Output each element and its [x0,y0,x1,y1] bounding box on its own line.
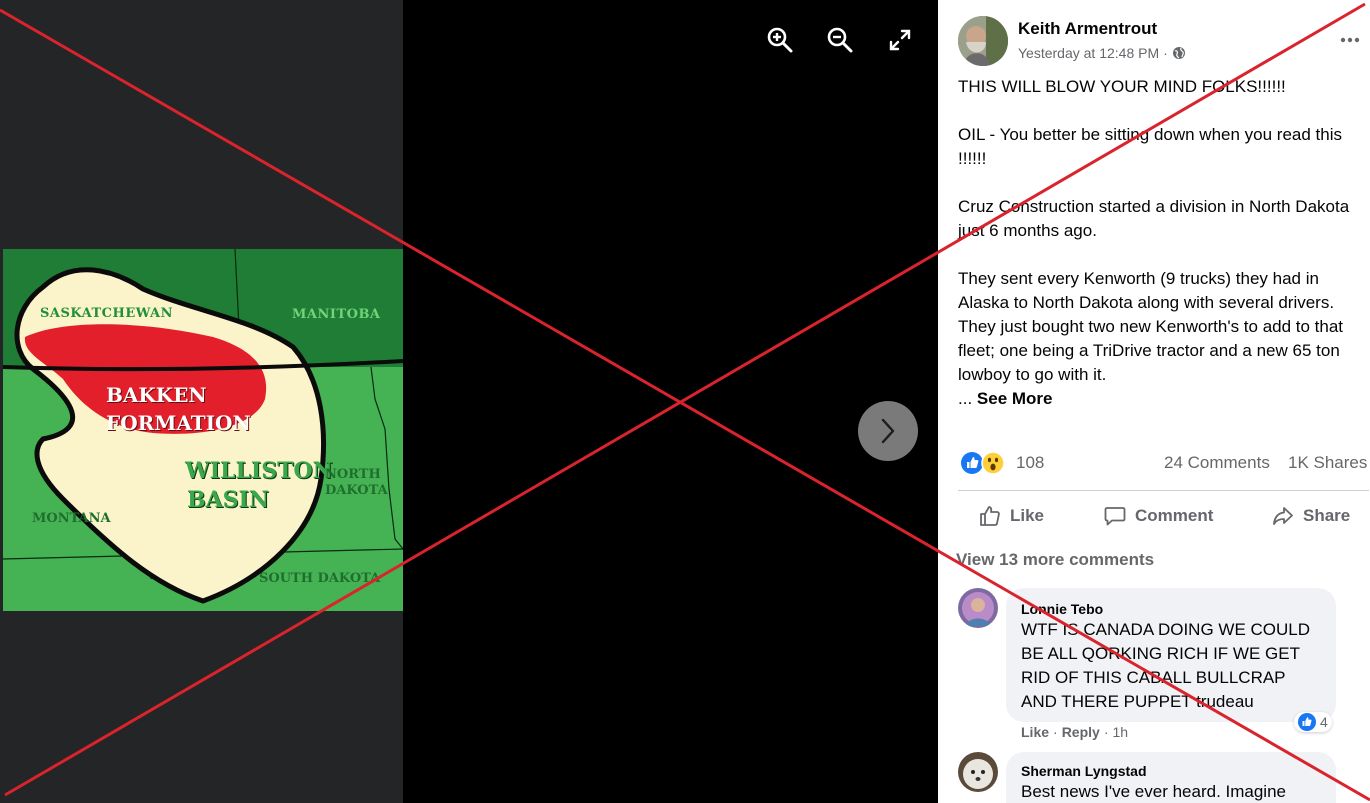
fullscreen-button[interactable] [880,20,920,60]
comment: Sherman Lyngstad Best news I've ever hea… [958,752,1370,803]
see-more-row: ... See More [958,387,1362,411]
map-label-bakken: BAKKEN [106,383,207,407]
view-more-comments[interactable]: View 13 more comments [956,550,1154,570]
like-button[interactable]: Like [978,500,1044,532]
post-text: THIS WILL BLOW YOUR MIND FOLKS!!!!!! OIL… [958,75,1362,411]
map-label-formation: FORMATION [106,411,251,435]
post-paragraph: They sent every Kenworth (9 trucks) they… [958,269,1344,384]
comment-actions: Like · Reply · 1h [1021,724,1129,740]
comment-like-link[interactable]: Like [1021,724,1049,740]
globe-icon [1172,47,1185,59]
avatar-image [958,16,1008,66]
share-button[interactable]: Share [1271,500,1350,532]
next-photo-button[interactable] [858,401,918,461]
comment-bubble: Sherman Lyngstad Best news I've ever hea… [1006,752,1336,803]
comment-icon [1104,507,1126,526]
like-label: Like [1010,506,1045,525]
map-label-manitoba: MANITOBA [292,307,381,322]
comment-label: Comment [1135,506,1214,525]
fullscreen-icon [889,29,911,51]
divider [958,490,1369,491]
map-label-basin: BASIN [187,487,269,513]
zoom-in-button[interactable] [760,20,800,60]
wow-icon [981,451,1005,475]
share-label: Share [1303,506,1351,525]
author-avatar[interactable] [958,16,1008,66]
commenter-avatar[interactable] [958,752,998,792]
commenter-name[interactable]: Lonnie Tebo [1021,600,1322,618]
map-label-montana: MONTANA [32,511,111,526]
reaction-summary: 108 24 Comments 1K Shares [958,450,1370,478]
post-paragraph: Cruz Construction started a division in … [958,197,1350,240]
like-icon [961,452,983,474]
post-timestamp[interactable]: Yesterday at 12:48 PM [1018,45,1159,61]
map-label-north: NORTH [325,467,381,482]
map-label-saskatchewan: SASKATCHEWAN [40,306,173,321]
reaction-count[interactable]: 108 [1016,453,1044,473]
post-paragraph: OIL - You better be sitting down when yo… [958,125,1343,168]
photo-viewer: SASKATCHEWAN MANITOBA BAKKEN FORMATION W… [0,0,938,803]
zoom-out-button[interactable] [820,20,860,60]
map-image[interactable]: SASKATCHEWAN MANITOBA BAKKEN FORMATION W… [3,249,403,611]
map-label-dakota: DAKOTA [325,483,388,498]
comment-bubble: Lonnie Tebo WTF IS CANADA DOING WE COULD… [1006,588,1336,722]
chevron-right-icon [881,418,895,444]
comment: Lonnie Tebo WTF IS CANADA DOING WE COULD… [958,588,1370,748]
post-paragraph: THIS WILL BLOW YOUR MIND FOLKS!!!!!! [958,77,1286,96]
reaction-icons[interactable] [961,451,1007,475]
zoom-in-icon [767,27,793,53]
comment-reactions[interactable]: 4 [1294,712,1332,732]
shares-count[interactable]: 1K Shares [1288,453,1367,473]
post-panel: Keith Armentrout Yesterday at 12:48 PM ·… [938,0,1370,803]
zoom-out-icon [827,27,853,53]
more-options-button[interactable] [1335,28,1365,52]
ellipsis: ... [958,389,973,408]
thumbs-up-icon [980,506,1000,526]
comments-count[interactable]: 24 Comments [1164,453,1270,473]
comment-text: Best news I've ever heard. Imagine [1021,782,1286,801]
comment-reply-link[interactable]: Reply [1062,724,1100,740]
commenter-name[interactable]: Sherman Lyngstad [1021,762,1322,780]
share-icon [1273,507,1293,525]
comment-time[interactable]: 1h [1112,724,1128,740]
see-more-link[interactable]: See More [977,389,1053,408]
comment-reaction-count: 4 [1320,714,1328,730]
author-name[interactable]: Keith Armentrout [1018,19,1157,39]
post-header: Keith Armentrout Yesterday at 12:48 PM · [958,16,1360,68]
post-meta: Yesterday at 12:48 PM · [1018,45,1186,61]
like-icon [1298,713,1316,731]
map-label-south-dakota: SOUTH DAKOTA [259,571,381,586]
comment-text: WTF IS CANADA DOING WE COULD BE ALL QORK… [1021,620,1311,711]
commenter-avatar[interactable] [958,588,998,628]
meta-separator: · [1163,45,1168,61]
more-horizontal-icon [1340,37,1360,43]
comment-button[interactable]: Comment [1103,500,1213,532]
map-label-williston: WILLISTON [185,458,333,484]
